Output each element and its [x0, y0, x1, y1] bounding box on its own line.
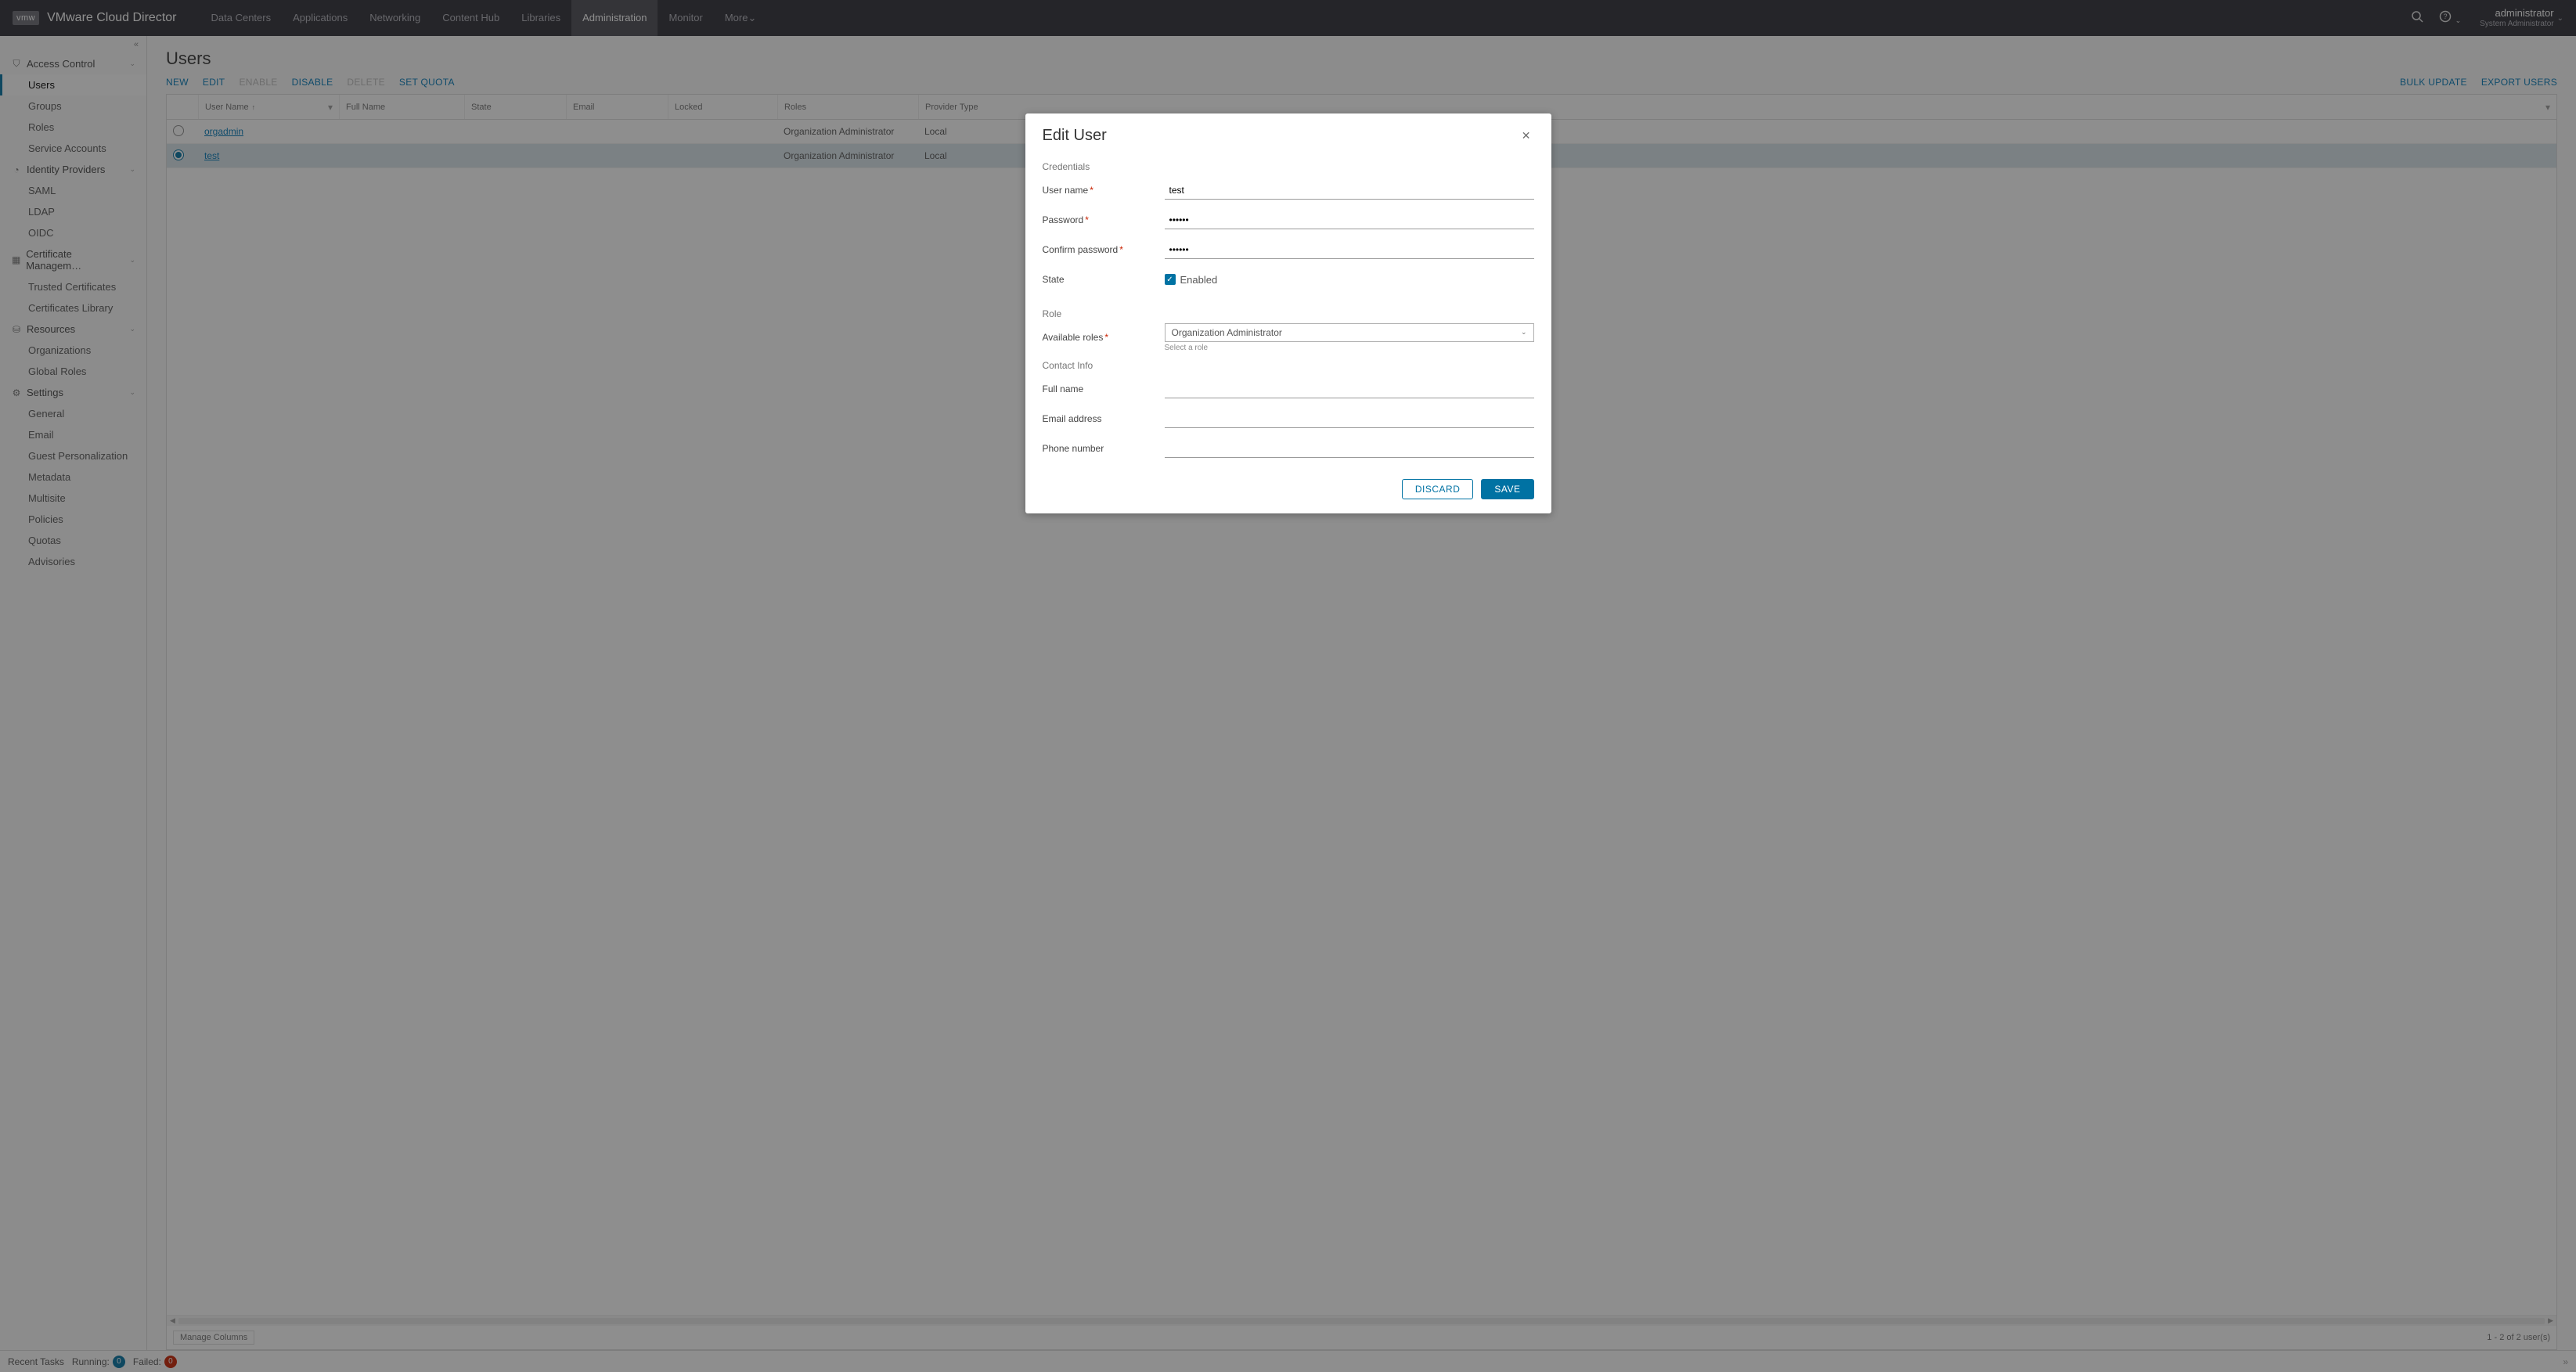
close-icon[interactable]: ✕ [1519, 126, 1534, 146]
select-value: Organization Administrator [1172, 327, 1282, 338]
label-phone: Phone number [1043, 443, 1165, 454]
phone-input[interactable] [1165, 440, 1534, 458]
form-row-roles: Available roles* Organization Administra… [1043, 322, 1534, 352]
label-confirm-password: Confirm password* [1043, 244, 1165, 255]
discard-button[interactable]: DISCARD [1402, 479, 1474, 499]
modal-footer: DISCARD SAVE [1025, 471, 1551, 513]
chevron-down-icon: ⌄ [1521, 328, 1527, 337]
modal-overlay: Edit User ✕ Credentials User name* Passw… [0, 0, 2576, 1372]
fullname-input[interactable] [1165, 380, 1534, 398]
roles-helper-text: Select a role [1165, 344, 1534, 352]
section-contact: Contact Info [1043, 360, 1534, 371]
label-email: Email address [1043, 413, 1165, 424]
label-password: Password* [1043, 214, 1165, 225]
form-row-email: Email address [1043, 404, 1534, 434]
email-input[interactable] [1165, 410, 1534, 428]
form-row-username: User name* [1043, 175, 1534, 205]
password-input[interactable] [1165, 211, 1534, 229]
modal-body: Credentials User name* Password* [1025, 149, 1551, 471]
enabled-checkbox[interactable]: ✓ Enabled [1165, 274, 1534, 286]
form-row-password: Password* [1043, 205, 1534, 235]
edit-user-modal: Edit User ✕ Credentials User name* Passw… [1025, 113, 1551, 513]
section-role: Role [1043, 308, 1534, 319]
section-credentials: Credentials [1043, 161, 1534, 172]
label-state: State [1043, 274, 1165, 285]
form-row-confirm-password: Confirm password* [1043, 235, 1534, 265]
form-row-phone: Phone number [1043, 434, 1534, 463]
confirm-password-input[interactable] [1165, 241, 1534, 259]
username-input[interactable] [1165, 182, 1534, 200]
label-fullname: Full name [1043, 384, 1165, 394]
checkbox-checked-icon: ✓ [1165, 274, 1176, 285]
label-available-roles: Available roles* [1043, 332, 1165, 343]
label-username: User name* [1043, 185, 1165, 196]
save-button[interactable]: SAVE [1481, 479, 1533, 499]
modal-header: Edit User ✕ [1025, 113, 1551, 149]
form-row-state: State ✓ Enabled [1043, 265, 1534, 294]
available-roles-select[interactable]: Organization Administrator ⌄ [1165, 323, 1534, 342]
modal-title: Edit User [1043, 127, 1519, 145]
form-row-fullname: Full name [1043, 374, 1534, 404]
enabled-label: Enabled [1180, 274, 1218, 286]
